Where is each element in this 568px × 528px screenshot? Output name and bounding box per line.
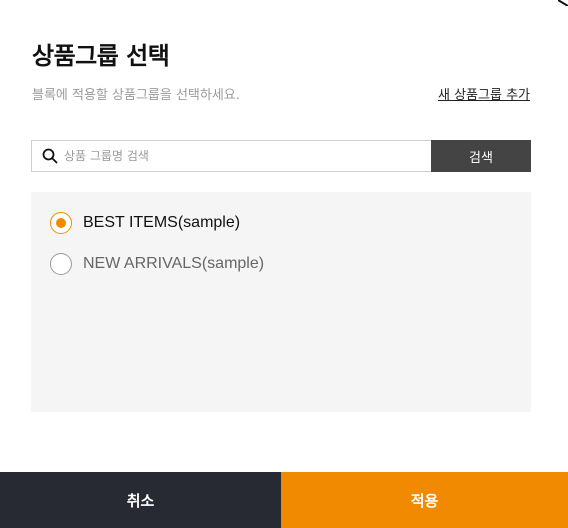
radio-checked[interactable] <box>50 212 72 234</box>
search-icon <box>42 148 58 164</box>
group-option-best-items[interactable]: BEST ITEMS(sample) <box>50 212 240 234</box>
add-product-group-link[interactable]: 새 상품그룹 추가 <box>438 84 530 103</box>
group-option-label: BEST ITEMS(sample) <box>83 214 241 231</box>
search-input[interactable] <box>64 149 431 163</box>
cancel-button[interactable]: 취소 <box>0 472 281 528</box>
dialog-subtitle: 블록에 적용할 상품그룹을 선택하세요. <box>32 88 240 103</box>
group-option-label: NEW ARRIVALS(sample) <box>83 255 265 272</box>
corner-mark <box>558 0 568 6</box>
dialog-title: 상품그룹 선택 <box>32 42 170 70</box>
apply-button[interactable]: 적용 <box>281 472 568 528</box>
group-option-new-arrivals[interactable]: NEW ARRIVALS(sample) <box>50 253 264 275</box>
search-row: 검색 <box>31 140 531 172</box>
radio-unchecked[interactable] <box>50 253 72 275</box>
dialog-footer: 취소 적용 <box>0 472 568 528</box>
search-box[interactable] <box>31 140 431 172</box>
search-button[interactable]: 검색 <box>431 140 531 172</box>
product-group-list: BEST ITEMS(sample) NEW ARRIVALS(sample) <box>31 192 531 412</box>
